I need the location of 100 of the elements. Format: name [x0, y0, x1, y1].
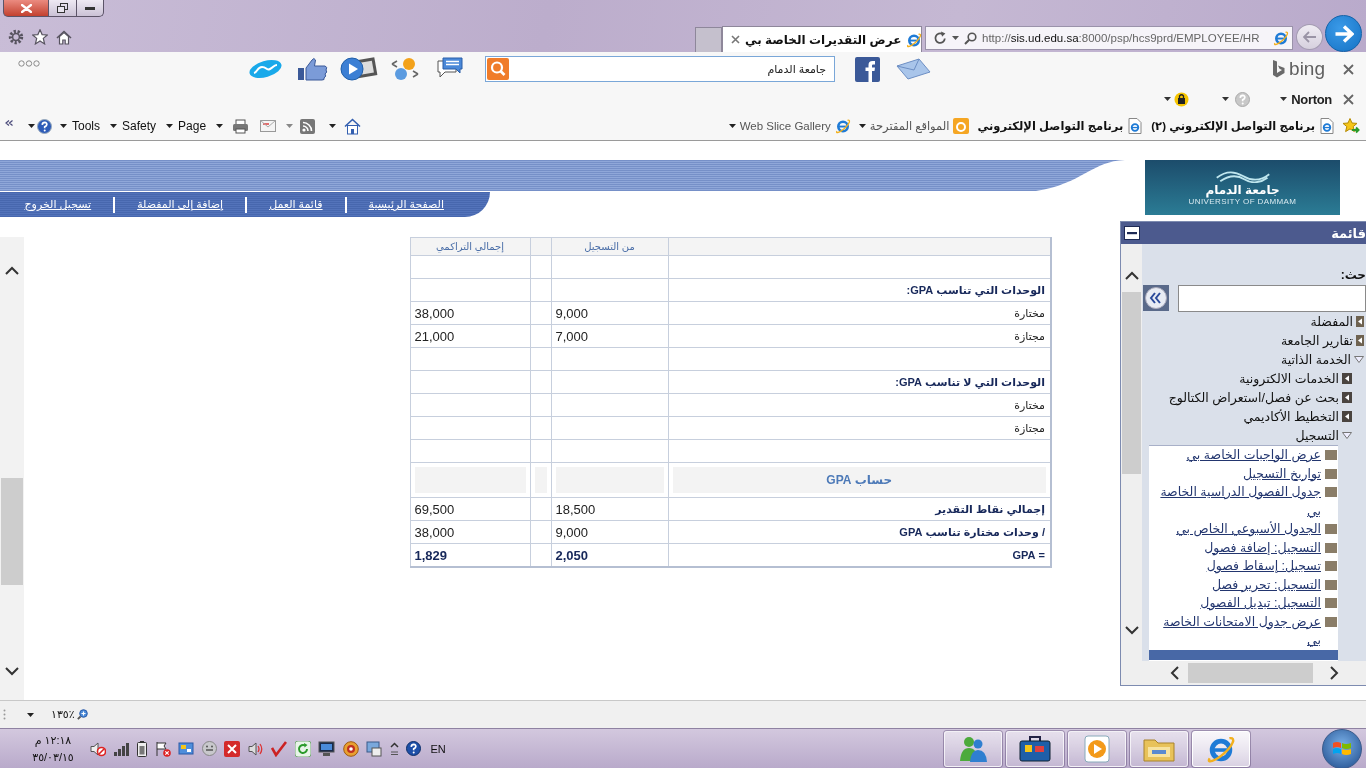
favorites-link[interactable]: برنامج التواصل الإلكتروني (٢): [1151, 119, 1315, 133]
browser-logo-icon[interactable]: [834, 118, 851, 134]
scrollbar-thumb[interactable]: [1188, 663, 1313, 683]
f-logo-icon[interactable]: [855, 56, 880, 82]
chevron-up-icon[interactable]: [389, 741, 399, 756]
battery-icon[interactable]: [137, 740, 147, 757]
favorites-link[interactable]: المواقع المقترحة: [869, 119, 950, 133]
minimize-button[interactable]: [77, 0, 104, 17]
scroll-down-icon[interactable]: [1124, 626, 1139, 635]
monitor-icon[interactable]: [318, 740, 335, 757]
overlapping-windows-icon[interactable]: [366, 740, 382, 757]
menu-link[interactable]: الجدول الأسبوعي الخاص بي: [1176, 520, 1321, 539]
ring-tile-icon[interactable]: [953, 118, 970, 134]
x-box-icon[interactable]: [224, 740, 240, 757]
scroll-up-icon[interactable]: [5, 266, 19, 275]
norton-menu-button[interactable]: Norton: [1280, 91, 1332, 107]
menu-item[interactable]: تقارير الجامعة: [1280, 333, 1353, 348]
home-icon[interactable]: [56, 29, 72, 45]
speaker-icon[interactable]: [247, 740, 264, 757]
scrollbar-thumb[interactable]: [1122, 292, 1141, 474]
caret-icon[interactable]: [216, 124, 224, 128]
video-icon[interactable]: [340, 56, 378, 82]
taskbar-button[interactable]: [1192, 730, 1250, 767]
refresh-icon[interactable]: [294, 740, 311, 757]
caret-left-icon[interactable]: [1342, 373, 1352, 384]
nav-link[interactable]: قائمة العمل: [269, 198, 323, 211]
scroll-left-icon[interactable]: [1170, 666, 1179, 680]
menu-link[interactable]: تسجيل: إسقاط فصول: [1206, 557, 1321, 576]
close-icon[interactable]: [1343, 63, 1354, 75]
minus-icon[interactable]: [1124, 226, 1140, 240]
flag-icon[interactable]: [154, 740, 171, 757]
caret-icon[interactable]: [329, 124, 337, 128]
scrollbar-track[interactable]: [0, 237, 24, 700]
favorites-link[interactable]: Web Slice Gallery: [739, 120, 831, 132]
signal-icon[interactable]: [113, 741, 130, 756]
menu-link[interactable]: عرض الواجبات الخاصة بي: [1186, 446, 1321, 465]
help-icon[interactable]: [37, 118, 52, 134]
star-icon[interactable]: [32, 29, 48, 45]
thumbs-up-icon[interactable]: [297, 57, 328, 81]
nav-link[interactable]: إضافة إلى المفضلة: [137, 198, 224, 211]
double-chevron-icon[interactable]: [5, 119, 13, 126]
caret-icon[interactable]: [27, 712, 34, 717]
caret-left-icon[interactable]: [1356, 316, 1364, 327]
restore-button[interactable]: [49, 0, 77, 17]
caret-left-icon[interactable]: [1342, 392, 1352, 403]
menu-item[interactable]: بحث عن فصل/استعراض الكتالوج: [1168, 390, 1339, 405]
caret-icon[interactable]: [1222, 97, 1230, 101]
volume-muted-icon[interactable]: [90, 740, 106, 757]
padlock-icon[interactable]: [1174, 91, 1190, 107]
exchange-icon[interactable]: [390, 56, 420, 82]
menu-button[interactable]: Safety: [110, 119, 157, 133]
smiley-icon[interactable]: [201, 741, 217, 756]
caret-left-icon[interactable]: [1342, 411, 1352, 422]
menu-item[interactable]: الخدمات الالكترونية: [1239, 371, 1339, 386]
forward-button[interactable]: [1325, 15, 1362, 52]
scroll-up-icon[interactable]: [1124, 271, 1139, 280]
help-icon[interactable]: [406, 741, 421, 756]
start-button[interactable]: [1322, 728, 1362, 768]
mail-icon[interactable]: [260, 120, 277, 132]
scroll-right-icon[interactable]: [1330, 666, 1339, 680]
menu-link[interactable]: جدول الفصول الدراسية الخاصة بي: [1157, 483, 1321, 520]
web-page-icon[interactable]: [1127, 118, 1144, 134]
menu-link[interactable]: عرض جدول الامتحانات الخاصة بي: [1157, 612, 1321, 650]
nav-link[interactable]: الصفحة الرئيسية: [368, 198, 444, 211]
address-bar[interactable]: http://sis.ud.edu.sa:8000/psp/hcs9prd/EMPLOYEE/HR: [925, 26, 1293, 50]
caret-icon[interactable]: [1164, 97, 1172, 101]
feed-icon[interactable]: [300, 118, 316, 134]
window-icon[interactable]: [178, 740, 194, 757]
zoom-button[interactable]: ١٣٥٪: [51, 708, 88, 721]
settings-icon[interactable]: [8, 29, 24, 45]
menu-link[interactable]: التسجيل: تبديل الفصول: [1200, 594, 1321, 613]
scrollbar-thumb[interactable]: [1, 478, 23, 585]
close-icon[interactable]: [1343, 93, 1354, 105]
menu-link[interactable]: التسجيل: إضافة فصول: [1204, 538, 1321, 557]
clock-time[interactable]: ١٢:١٨ م: [34, 731, 72, 749]
double-chevron-icon[interactable]: [1143, 285, 1169, 311]
close-icon[interactable]: [731, 35, 740, 44]
menu-item[interactable]: التسجيل: [1295, 428, 1339, 443]
menu-link[interactable]: تواريخ التسجيل: [1243, 464, 1321, 483]
selected-menu-item[interactable]: [1149, 649, 1338, 660]
favorites-link[interactable]: برنامج التواصل الإلكتروني: [977, 119, 1124, 133]
more-icon[interactable]: [18, 59, 40, 67]
caret-down-icon[interactable]: [1354, 356, 1364, 363]
taskbar-button[interactable]: [1006, 730, 1064, 767]
menu-item[interactable]: المفضلة: [1310, 314, 1353, 329]
menu-link[interactable]: التسجيل: تحرير فصل: [1211, 575, 1321, 594]
language-indicator[interactable]: EN: [430, 742, 446, 755]
cloud-logo-icon[interactable]: [248, 58, 283, 80]
caret-icon[interactable]: [728, 124, 736, 128]
add-favorite-icon[interactable]: [1343, 118, 1360, 134]
envelope-icon[interactable]: [895, 58, 932, 80]
caret-icon[interactable]: [858, 124, 866, 128]
close-button[interactable]: [3, 0, 49, 17]
printer-icon[interactable]: [232, 118, 250, 134]
caret-down-icon[interactable]: [1342, 432, 1352, 439]
refresh-icon[interactable]: [933, 31, 947, 45]
target-icon[interactable]: [342, 740, 359, 757]
menu-button[interactable]: Page: [166, 119, 207, 133]
search-icon[interactable]: [964, 31, 977, 45]
web-page-icon[interactable]: [1319, 118, 1335, 134]
